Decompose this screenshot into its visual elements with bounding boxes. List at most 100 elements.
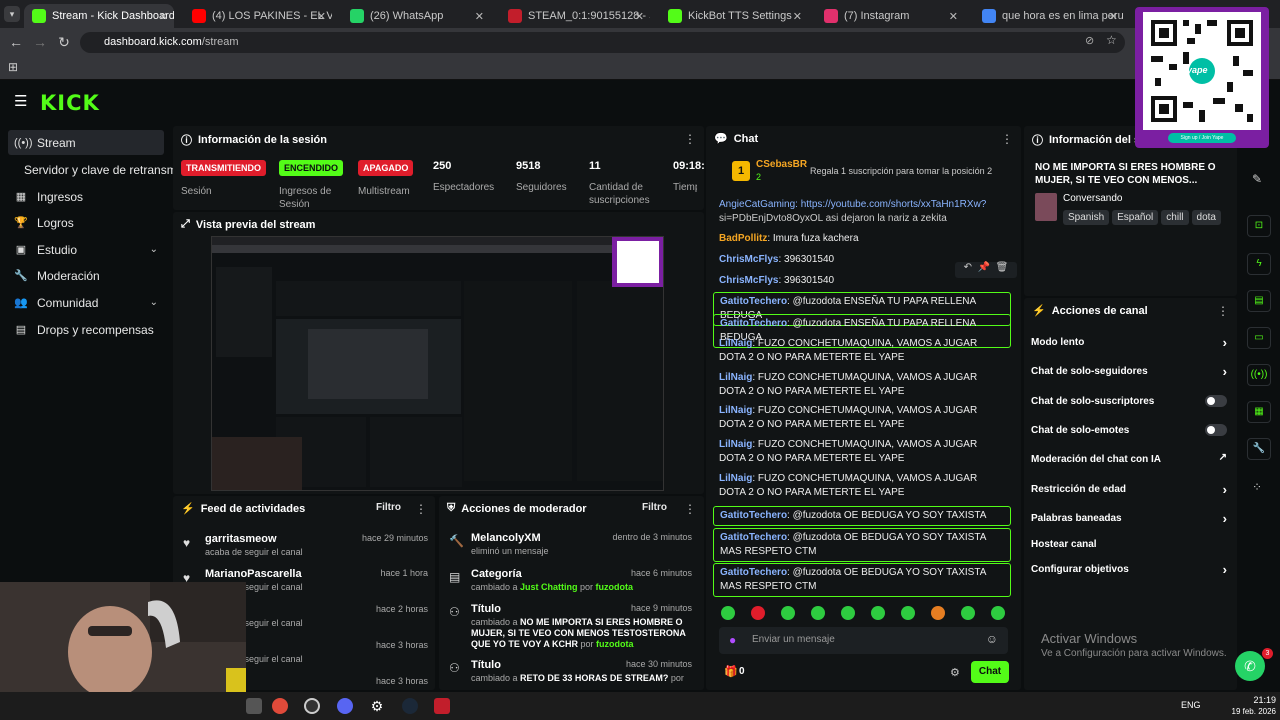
sub-by[interactable]: fuzodota (596, 582, 634, 592)
chat-message[interactable]: GatitoTechero: @fuzodota OE BEDUGA YO SO… (713, 528, 1011, 562)
chat-username[interactable]: GatitoTechero (720, 510, 787, 521)
browser-tab[interactable]: que hora es en lima peru - Bu✕ (974, 4, 1124, 28)
rail-server-icon[interactable]: ▦ (1247, 401, 1271, 423)
emote-icon[interactable] (751, 606, 765, 620)
tab-close-icon[interactable]: ✕ (317, 10, 326, 23)
chat-message[interactable]: ChrisMcFlys: 396301540 (713, 273, 1011, 289)
toggle-switch[interactable] (1205, 424, 1227, 436)
chat-message[interactable]: LilNaig: FUZO CONCHETUMAQUINA, VAMOS A J… (713, 403, 1011, 433)
taskbar-dota-icon[interactable] (434, 698, 450, 714)
mod-action-item[interactable]: 🔨 MelancolyXM dentro de 3 minutos eliminó u… (449, 532, 692, 562)
tab-close-icon[interactable]: ✕ (475, 10, 484, 23)
sidebar-item[interactable]: 🔧 Moderación (8, 263, 164, 288)
rail-live-icon[interactable]: ((•)) (1247, 364, 1271, 386)
menu-icon[interactable]: ☰ (14, 92, 27, 110)
tab-search-icon[interactable]: ▾ (4, 6, 20, 22)
emoji-icon[interactable]: ☺ (986, 632, 998, 646)
browser-tab[interactable]: (4) LOS PAKINES - EL VENADO✕ (184, 4, 332, 28)
browser-tab[interactable]: (26) WhatsApp ✕ (342, 4, 490, 28)
forward-icon[interactable]: → (28, 34, 52, 50)
back-icon[interactable]: ← (4, 34, 28, 50)
mod-action-item[interactable]: ▤ Categoría hace 6 minutos cambiado a Just … (449, 568, 692, 598)
chat-message[interactable]: LilNaig: FUZO CONCHETUMAQUINA, VAMOS A J… (713, 370, 1011, 400)
stream-tag[interactable]: chill (1161, 210, 1189, 225)
tab-close-icon[interactable]: ✕ (635, 10, 644, 23)
reload-icon[interactable]: ↻ (52, 34, 76, 51)
emote-icon[interactable] (811, 606, 825, 620)
apps-grid-icon[interactable]: ⊞ (8, 60, 18, 74)
channel-action[interactable]: Chat de solo-suscriptores (1031, 395, 1227, 407)
browser-tab[interactable]: Stream - Kick Dashboard ✕ (24, 4, 174, 28)
category-name[interactable]: Conversando (1063, 193, 1122, 204)
taskbar-discord-icon[interactable] (337, 698, 353, 714)
taskbar-steam-icon[interactable] (402, 698, 418, 714)
chevron-down-icon[interactable]: ⌄ (150, 297, 158, 308)
chevron-right-icon[interactable]: › (1223, 335, 1227, 350)
taskbar-time[interactable]: 21:19 (1236, 695, 1276, 705)
stream-preview-video[interactable] (211, 236, 664, 491)
sidebar-item[interactable]: ▤ Drops y recompensas (8, 317, 164, 342)
sidebar-item[interactable]: ▣ Estudio ⌄ (8, 237, 164, 262)
emote-icon[interactable] (931, 606, 945, 620)
chat-message[interactable]: ChrisMcFlys: 396301540 (713, 252, 1011, 268)
chevron-right-icon[interactable]: › (1223, 482, 1227, 497)
taskbar-explorer-icon[interactable] (246, 698, 262, 714)
channel-action[interactable]: Configurar objetivos › (1031, 562, 1227, 577)
browser-tab[interactable]: STEAM_0:1:90155128 - STEAM✕ (500, 4, 650, 28)
channel-action[interactable]: Moderación del chat con IA ↗ (1031, 452, 1227, 465)
rail-chat-icon[interactable]: ▭ (1247, 327, 1271, 349)
channel-actions-menu-icon[interactable]: ⋮ (1217, 304, 1229, 318)
stream-tag[interactable]: Spanish (1063, 210, 1110, 225)
chat-username[interactable]: ChrisMcFlys (719, 275, 778, 286)
category-thumbnail[interactable] (1035, 193, 1057, 221)
taskbar-chrome-icon[interactable] (272, 698, 288, 714)
channel-action[interactable]: Palabras baneadas › (1031, 511, 1227, 526)
chat-message[interactable]: GatitoTechero: @fuzodota OE BEDUGA YO SO… (713, 563, 1011, 597)
feed-menu-icon[interactable]: ⋮ (415, 502, 427, 516)
taskbar-date[interactable]: 19 feb. 2026 (1226, 707, 1276, 716)
feed-item[interactable]: ♥ garritasmeow acaba de seguir el canal hac… (183, 533, 428, 565)
chat-username[interactable]: GatitoTechero (720, 318, 787, 329)
chat-username[interactable]: LilNaig (719, 338, 752, 349)
chat-username[interactable]: ChrisMcFlys (719, 254, 778, 265)
chat-message[interactable]: BadPollitz: Imura fuza kachera (713, 231, 1011, 247)
chat-username[interactable]: BadPollitz (719, 233, 767, 244)
emote-icon[interactable] (721, 606, 735, 620)
chat-message[interactable]: LilNaig: FUZO CONCHETUMAQUINA, VAMOS A J… (713, 336, 1011, 366)
chat-username[interactable]: GatitoTechero (720, 296, 787, 307)
channel-action[interactable]: Restricción de edad › (1031, 482, 1227, 497)
chat-username[interactable]: LilNaig (719, 372, 752, 383)
channel-action[interactable]: Chat de solo-emotes (1031, 424, 1227, 436)
chat-username[interactable]: LilNaig (719, 405, 752, 416)
star-icon[interactable]: ☆ (1106, 33, 1117, 47)
channel-action[interactable]: Modo lento › (1031, 335, 1227, 350)
eye-off-icon[interactable]: ⊘ (1085, 34, 1094, 47)
chat-message[interactable]: LilNaig: FUZO CONCHETUMAQUINA, VAMOS A J… (713, 471, 1011, 501)
rail-wrench-icon[interactable]: 🔧 (1247, 438, 1271, 460)
chevron-right-icon[interactable]: › (1223, 511, 1227, 526)
external-link-icon[interactable]: ↗ (1219, 452, 1227, 463)
sub-by[interactable]: fuzodota (596, 639, 634, 649)
chat-menu-icon[interactable]: ⋮ (1001, 132, 1013, 146)
chat-input[interactable]: ● Enviar un mensaje ☺ (719, 627, 1008, 654)
emote-icon[interactable] (841, 606, 855, 620)
channel-action[interactable]: Hostear canal (1031, 539, 1227, 550)
rail-scan-icon[interactable]: ⊡ (1247, 215, 1271, 237)
mod-menu-icon[interactable]: ⋮ (684, 502, 696, 516)
taskbar-obs-icon[interactable] (304, 698, 320, 714)
toggle-switch[interactable] (1205, 395, 1227, 407)
chat-username[interactable]: GatitoTechero (720, 567, 787, 578)
session-menu-icon[interactable]: ⋮ (684, 132, 696, 146)
sidebar-item[interactable]: Servidor y clave de retransm (8, 157, 177, 182)
chat-username[interactable]: LilNaig (719, 439, 752, 450)
chat-username[interactable]: LilNaig (719, 473, 752, 484)
taskbar-lang[interactable]: ENG (1181, 700, 1201, 710)
stream-tag[interactable]: dota (1191, 210, 1221, 225)
chat-settings-icon[interactable]: ⚙ (950, 666, 960, 679)
tab-close-icon[interactable]: ✕ (949, 10, 958, 23)
chat-message[interactable]: GatitoTechero: @fuzodota OE BEDUGA YO SO… (713, 506, 1011, 526)
mod-action-item[interactable]: ⚇ Título hace 9 minutos cambiado a NO ME IM… (449, 603, 692, 653)
rail-doc-icon[interactable]: ▤ (1247, 290, 1271, 312)
mic-icon[interactable]: ● (729, 633, 736, 647)
edit-icon[interactable]: ✎ (1252, 172, 1262, 186)
